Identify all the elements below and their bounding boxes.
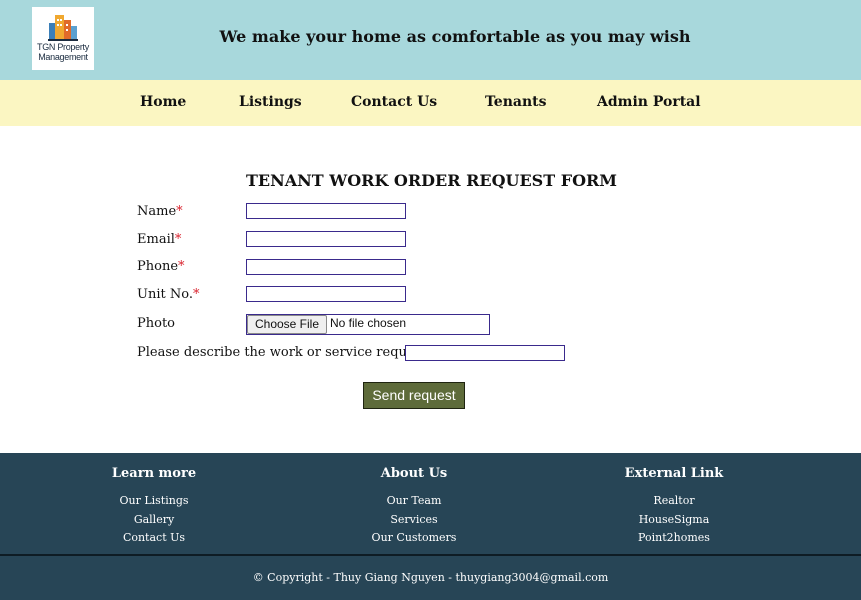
footer-link-our-listings[interactable]: Our Listings — [54, 494, 254, 507]
site-tagline: We make your home as comfortable as you … — [219, 27, 691, 46]
footer-link-services[interactable]: Services — [314, 513, 514, 526]
required-mark: * — [174, 232, 182, 247]
main-nav: Home Listings Contact Us Tenants Admin P… — [0, 80, 861, 126]
footer-heading: External Link — [624, 466, 724, 481]
site-footer: Learn more Our Listings Gallery Contact … — [0, 453, 861, 600]
form-title: TENANT WORK ORDER REQUEST FORM — [246, 171, 618, 190]
unit-number-field[interactable] — [246, 286, 406, 302]
photo-file-input[interactable]: Choose File No file chosen — [246, 314, 490, 335]
footer-link-point2homes[interactable]: Point2homes — [574, 531, 774, 544]
description-label-text: Please describe the work or service requ… — [137, 345, 442, 360]
buildings-logo-icon — [48, 15, 78, 41]
footer-link-realtor[interactable]: Realtor — [574, 494, 774, 507]
nav-item-tenants[interactable]: Tenants — [485, 94, 547, 110]
name-label: Name* — [137, 204, 183, 219]
email-label: Email* — [137, 232, 181, 247]
email-field[interactable] — [246, 231, 406, 247]
photo-label: Photo — [137, 316, 175, 331]
description-label: Please describe the work or service requ… — [137, 345, 448, 360]
footer-link-housesigma[interactable]: HouseSigma — [574, 513, 774, 526]
unit-label-text: Unit No. — [137, 287, 193, 302]
phone-label-text: Phone — [137, 259, 179, 274]
send-request-button[interactable]: Send request — [363, 382, 465, 409]
logo-text-line1: TGN Property — [37, 42, 89, 52]
unit-label: Unit No.* — [137, 287, 199, 302]
nav-item-contact-us[interactable]: Contact Us — [351, 94, 437, 110]
required-mark: * — [192, 287, 200, 302]
required-mark: * — [178, 259, 185, 274]
choose-file-button[interactable]: Choose File — [247, 315, 327, 334]
footer-divider — [0, 554, 861, 556]
footer-link-our-customers[interactable]: Our Customers — [314, 531, 514, 544]
logo-text: TGN Property Management — [33, 42, 93, 62]
nav-item-listings[interactable]: Listings — [239, 94, 302, 110]
phone-field[interactable] — [246, 259, 406, 275]
site-header: TGN Property Management We make your hom… — [0, 0, 861, 80]
footer-heading: About Us — [380, 466, 448, 481]
phone-label: Phone* — [137, 259, 185, 274]
required-mark: * — [176, 204, 183, 219]
footer-link-our-team[interactable]: Our Team — [314, 494, 514, 507]
logo-text-line2: Management — [38, 52, 88, 62]
email-label-text: Email — [137, 232, 175, 247]
footer-link-gallery[interactable]: Gallery — [54, 513, 254, 526]
description-field[interactable] — [405, 345, 565, 361]
footer-link-contact-us[interactable]: Contact Us — [54, 531, 254, 544]
photo-label-text: Photo — [137, 316, 175, 331]
name-label-text: Name — [137, 204, 177, 219]
name-field[interactable] — [246, 203, 406, 219]
copyright-text: © Copyright - Thuy Giang Nguyen - thuygi… — [252, 571, 609, 584]
nav-item-admin-portal[interactable]: Admin Portal — [597, 94, 701, 110]
nav-item-home[interactable]: Home — [140, 94, 186, 110]
footer-heading: Learn more — [111, 466, 197, 481]
company-logo[interactable]: TGN Property Management — [32, 7, 94, 70]
file-status-text: No file chosen — [330, 316, 407, 330]
